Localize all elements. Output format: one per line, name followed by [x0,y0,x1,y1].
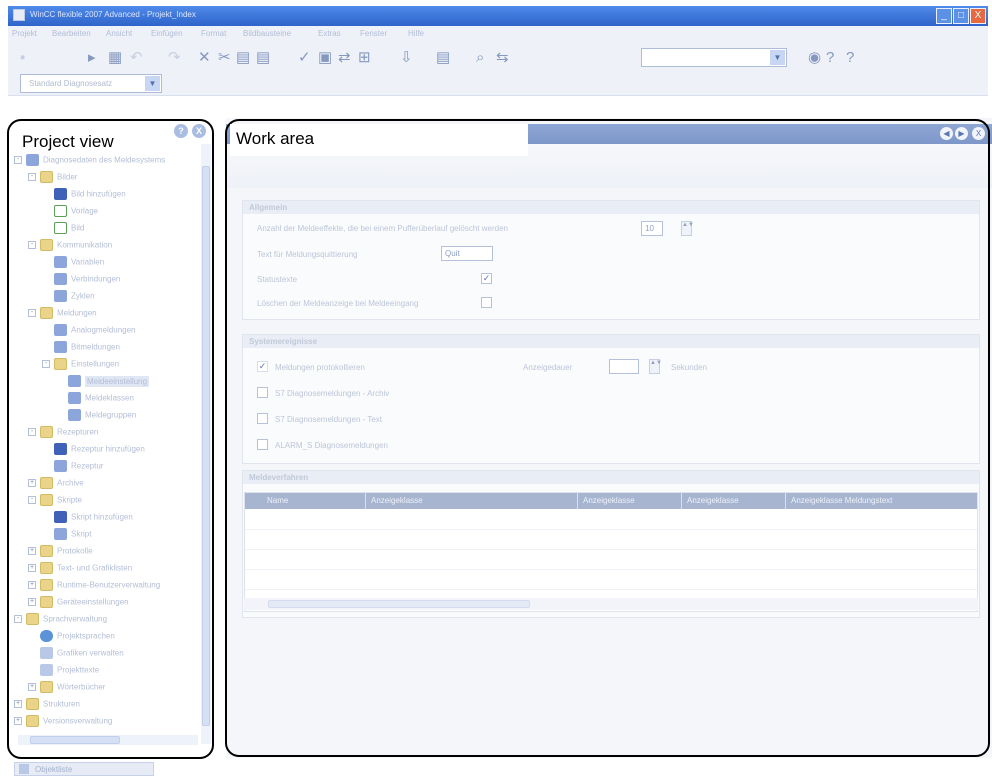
undo-icon[interactable]: ↶ [130,50,143,65]
runtime-icon[interactable]: ⊞ [358,50,371,65]
minimize-button[interactable]: _ [936,8,952,24]
menu-bildbausteine[interactable]: Bildbausteine [243,29,291,38]
new-icon[interactable]: ▪ [20,50,25,65]
project-view-callout: Project view [16,130,120,154]
menu-extras[interactable]: Extras [318,29,341,38]
help-icon[interactable]: ? [826,50,834,65]
object-list-label: Objektliste [35,765,73,774]
chevron-down-icon[interactable]: ▼ [145,76,160,91]
menu-bar: Projekt Bearbeiten Ansicht Einfügen Form… [8,26,988,42]
close-button[interactable]: X [970,8,986,24]
format-toolbar: Standard Diagnosesatz ▼ [8,70,988,96]
title-bar: WinCC flexible 2007 Advanced - Projekt_I… [8,6,988,26]
object-list-tab[interactable]: Objektliste [14,762,154,776]
menu-format[interactable]: Format [201,29,226,38]
copy-icon[interactable]: ▤ [236,50,250,65]
menu-einfuegen[interactable]: Einfügen [151,29,183,38]
font-combo-value: Standard Diagnosesatz [29,79,113,88]
toolbar-combo[interactable]: ▼ [641,48,787,67]
transfer-icon[interactable]: ⇄ [338,50,351,65]
list-icon [19,764,29,774]
find-icon[interactable]: ⌕ [476,50,484,65]
replace-icon[interactable]: ⇆ [496,50,509,65]
cut-icon[interactable]: ✂ [218,50,231,65]
app-icon [13,9,25,21]
language-icon[interactable]: ▤ [436,50,450,65]
menu-fenster[interactable]: Fenster [360,29,387,38]
font-combo[interactable]: Standard Diagnosesatz ▼ [20,74,162,93]
compile-icon[interactable]: ▣ [318,50,332,65]
standard-toolbar: ▪ ▸ ▦ ↶ ↷ ✕ ✂ ▤ ▤ ✓ ▣ ⇄ ⊞ ⇩ ▤ ⌕ ⇆ ▼ ◉ ? … [8,42,988,70]
chevron-down-icon[interactable]: ▼ [770,50,785,65]
help-context-icon[interactable]: ? [846,50,854,65]
work-area-outline [225,119,990,757]
project-view-outline [7,119,214,759]
redo-icon[interactable]: ↷ [168,50,181,65]
delete-icon[interactable]: ✕ [198,50,211,65]
menu-ansicht[interactable]: Ansicht [106,29,132,38]
work-area-callout: Work area [230,124,528,156]
save-icon[interactable]: ▦ [108,50,122,65]
menu-bearbeiten[interactable]: Bearbeiten [52,29,91,38]
open-icon[interactable]: ▸ [88,50,96,65]
download-icon[interactable]: ⇩ [400,50,413,65]
check-icon[interactable]: ✓ [298,50,311,65]
window-title: WinCC flexible 2007 Advanced - Projekt_I… [30,10,196,19]
maximize-button[interactable]: □ [953,8,969,24]
menu-hilfe[interactable]: Hilfe [408,29,424,38]
info-icon[interactable]: ◉ [808,50,821,65]
menu-projekt[interactable]: Projekt [12,29,37,38]
paste-icon[interactable]: ▤ [256,50,270,65]
